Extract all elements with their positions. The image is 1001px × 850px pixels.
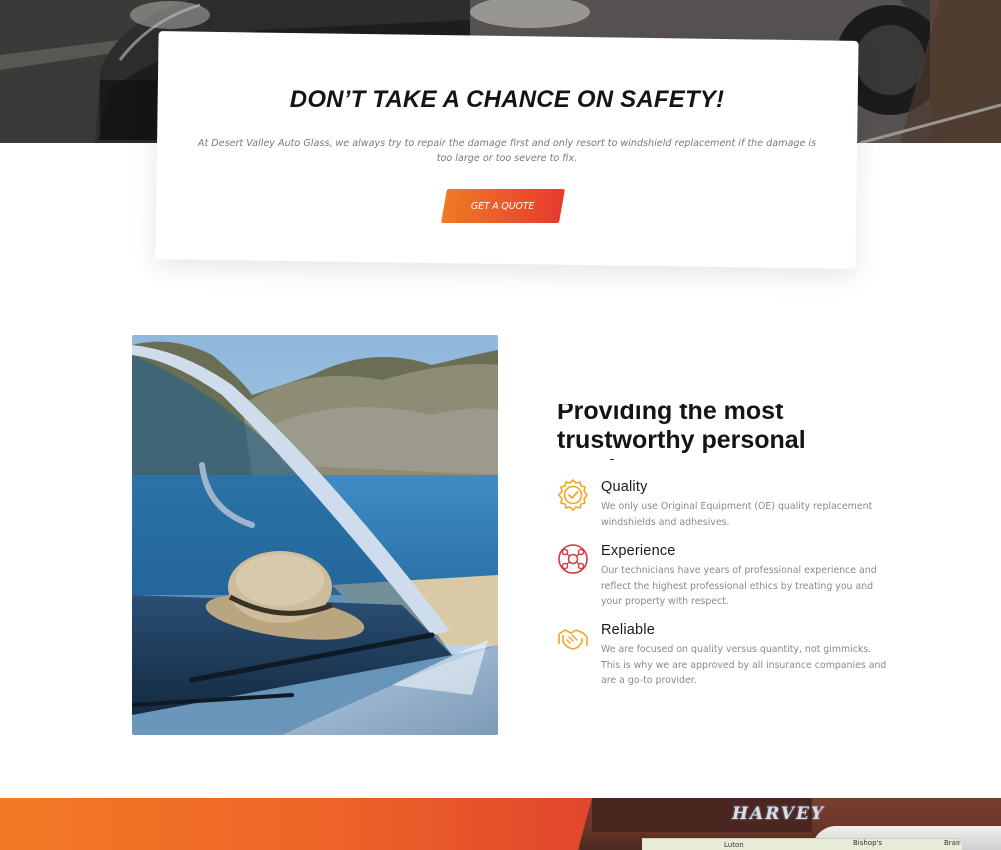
get-a-quote-label: GET A QUOTE [471,200,535,212]
experience-network-icon [557,543,589,575]
get-a-quote-button[interactable]: GET A QUOTE [441,189,565,223]
feature-title: Reliable [601,622,655,638]
feature-reliable: Reliable We are focused on quality versu… [557,622,887,694]
feature-description: We are focused on quality versus quantit… [601,644,887,686]
safety-description: At Desert Valley Auto Glass, we always t… [197,138,817,164]
feature-experience: Experience Our technicians have years of… [557,543,887,615]
reliable-handshake-icon [557,622,589,654]
feature-description: We only use Original Equipment (OE) qual… [601,501,873,528]
storefront-sign-text: HARVEY [732,804,826,824]
feature-quality: Quality We only use Original Equipment (… [557,479,887,535]
windshield-hat-photo [132,335,498,735]
safety-title: DON’T TAKE A CHANCE ON SAFETY! [289,86,725,113]
map-label: Brair [944,839,961,847]
map-label: Luton [724,841,744,849]
safety-card: DON’T TAKE A CHANCE ON SAFETY! At Desert… [157,36,857,264]
quality-badge-icon [557,479,589,511]
feature-description: Our technicians have years of profession… [601,565,877,607]
feature-title: Quality [601,479,648,495]
service-heading-line1: Providing the most [557,404,784,425]
feature-title: Experience [601,543,676,559]
map-label: Bishop's [853,839,883,847]
service-heading-line2: trustworthy personal service [557,426,806,460]
footer-orange-panel [0,798,592,850]
service-heading: Providing the most trustworthy personal … [557,404,897,460]
map-widget[interactable] [642,838,962,850]
